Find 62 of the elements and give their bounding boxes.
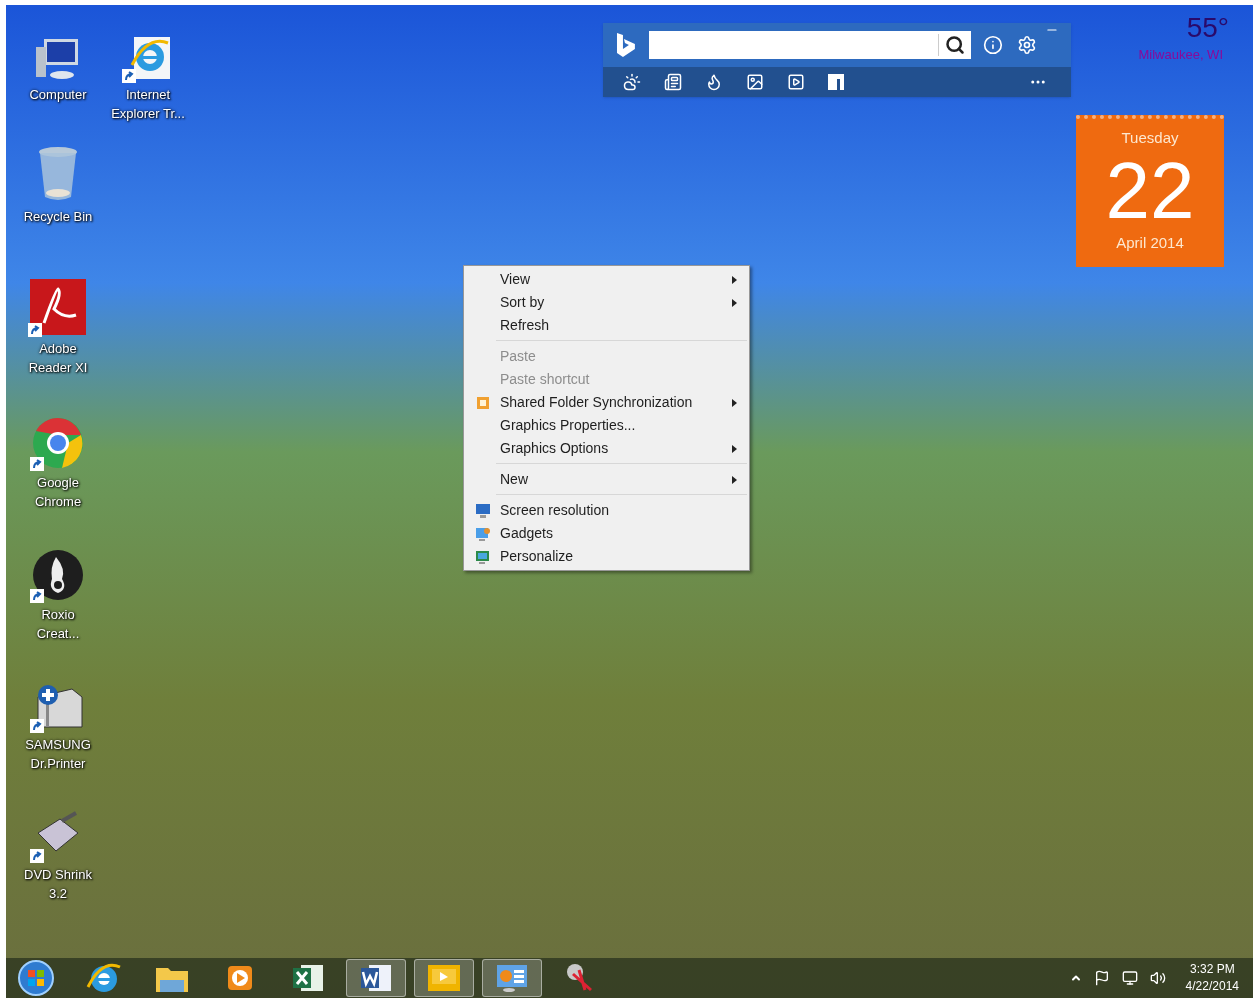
start-button[interactable] xyxy=(16,958,56,998)
icon-label: Internet Explorer Tr... xyxy=(110,86,186,123)
icon-label: Roxio Creat... xyxy=(35,606,81,643)
calendar-day: 22 xyxy=(1105,149,1195,232)
play-icon[interactable] xyxy=(787,73,805,91)
ie-logo-icon xyxy=(86,961,122,995)
desktop-icon[interactable]: Recycle Bin xyxy=(16,145,100,226)
desktop-icon[interactable]: SAMSUNG Dr.Printer xyxy=(16,673,100,773)
flame-disc-icon xyxy=(32,549,84,601)
network-icon[interactable] xyxy=(1121,970,1138,986)
newspaper-icon[interactable] xyxy=(664,73,682,91)
document-app-icon xyxy=(359,962,393,994)
clock[interactable]: 3:32 PM 4/22/2014 xyxy=(1185,961,1239,995)
image-icon[interactable] xyxy=(746,73,764,91)
flag-icon[interactable] xyxy=(1093,970,1110,986)
volume-icon[interactable] xyxy=(1149,970,1166,986)
control-panel-icon xyxy=(495,963,529,993)
menu-item[interactable]: Refresh xyxy=(466,314,747,337)
info-icon[interactable] xyxy=(983,35,1004,55)
icon-label: Recycle Bin xyxy=(23,208,93,226)
menu-item[interactable]: New xyxy=(466,468,747,491)
chrome-logo-icon xyxy=(32,417,84,469)
calendar-weekday: Tuesday xyxy=(1121,128,1179,148)
weather-location: Milwaukee, WI xyxy=(1138,46,1223,64)
search-icon[interactable] xyxy=(945,35,966,55)
icon-label: Adobe Reader XI xyxy=(27,340,89,377)
menu-item[interactable]: Shared Folder Synchronization xyxy=(466,391,747,414)
icon-label: SAMSUNG Dr.Printer xyxy=(24,736,92,773)
menu-item[interactable]: View xyxy=(466,268,747,291)
menu-item[interactable]: Graphics Options xyxy=(466,437,747,460)
cloud-sun-icon[interactable] xyxy=(623,73,641,91)
gadgets-icon xyxy=(475,525,491,542)
settings-icon[interactable] xyxy=(1017,35,1038,55)
desktop-icon[interactable]: DVD Shrink 3.2 xyxy=(16,803,100,903)
calendar-month-year: April 2014 xyxy=(1116,232,1184,253)
menu-item[interactable]: Graphics Properties... xyxy=(466,414,747,437)
icon-label: Computer xyxy=(29,86,87,104)
icon-label: DVD Shrink 3.2 xyxy=(23,866,93,903)
menu-item[interactable]: Gadgets xyxy=(466,522,747,545)
weather-temperature: 55° xyxy=(1186,11,1229,45)
desktop-icon[interactable]: Roxio Creat... xyxy=(16,543,100,643)
bing-app-icon xyxy=(428,965,460,991)
taskbar-button[interactable] xyxy=(482,959,542,997)
menu-item[interactable]: Personalize xyxy=(466,545,747,568)
menu-item[interactable]: Screen resolution xyxy=(466,499,747,522)
menu-item[interactable]: Sort by xyxy=(466,291,747,314)
icon-label: Google Chrome xyxy=(33,474,83,511)
taskbar-button[interactable] xyxy=(346,959,406,997)
desktop-icon[interactable]: Adobe Reader XI xyxy=(16,277,100,377)
desktop-icon[interactable]: Computer xyxy=(16,23,100,104)
pdf-reader-icon xyxy=(30,279,86,335)
media-player-icon xyxy=(225,963,255,993)
bing-logo-icon xyxy=(615,31,637,59)
search-field[interactable] xyxy=(648,31,972,59)
monitor-icon xyxy=(475,502,491,519)
recycle-bin-icon xyxy=(36,145,80,203)
personalize-icon xyxy=(475,548,491,565)
flame-icon[interactable] xyxy=(705,73,723,91)
sync-app-icon xyxy=(477,396,489,409)
square-tile-icon[interactable] xyxy=(828,74,844,90)
spreadsheet-app-icon xyxy=(291,962,325,994)
desktop-icon[interactable]: Internet Explorer Tr... xyxy=(106,23,190,123)
